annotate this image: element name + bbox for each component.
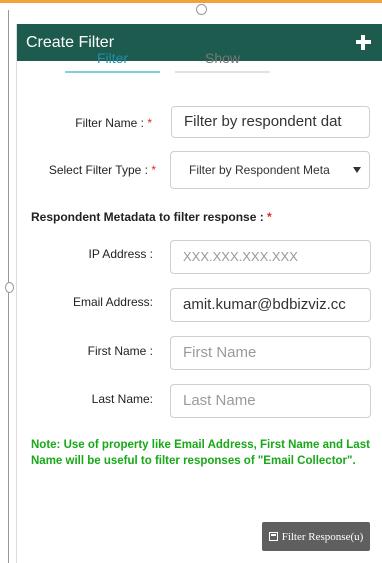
drag-handle-top[interactable] (196, 4, 207, 15)
save-icon (268, 532, 278, 541)
filter-name-input[interactable]: Filter by respondent dat (171, 106, 370, 138)
tab-filter[interactable]: Filter (65, 45, 160, 73)
tab-show[interactable]: Show (175, 45, 270, 73)
last-name-input[interactable]: Last Name (170, 384, 371, 418)
metadata-section-title: Respondent Metadata to filter response :… (31, 210, 272, 224)
first-name-label: First Name : (87, 344, 153, 358)
required-mark: * (151, 163, 156, 177)
filter-name-label: Filter Name : * (40, 116, 152, 130)
filter-response-label: Filter Response(u) (281, 530, 364, 543)
drag-handle-left[interactable] (5, 282, 14, 293)
last-name-label: Last Name: (91, 392, 153, 406)
plus-icon[interactable] (356, 35, 371, 50)
ip-address-input[interactable]: XXX.XXX.XXX.XXX (170, 240, 371, 274)
email-address-label: Email Address: (72, 295, 153, 309)
ip-address-label: IP Address : (88, 247, 153, 261)
required-mark: * (147, 116, 152, 130)
tab-bar: Filter Show (65, 45, 285, 73)
filter-response-button[interactable]: Filter Response(u) (262, 522, 370, 551)
filter-type-label: Select Filter Type : * (20, 163, 156, 177)
chevron-down-icon (353, 167, 361, 173)
email-address-input[interactable]: amit.kumar@bdbizviz.cc (170, 288, 371, 322)
metadata-section-title-text: Respondent Metadata to filter response : (31, 210, 264, 224)
info-note: Note: Use of property like Email Address… (31, 439, 370, 467)
filter-type-value: Filter by Respondent Meta (189, 163, 330, 177)
first-name-input[interactable]: First Name (170, 336, 371, 370)
required-mark: * (267, 210, 272, 224)
top-accent-bar (0, 0, 382, 3)
filter-type-select[interactable]: Filter by Respondent Meta (170, 151, 370, 189)
filter-type-label-text: Select Filter Type : (48, 163, 148, 177)
filter-name-label-text: Filter Name : (75, 116, 144, 130)
